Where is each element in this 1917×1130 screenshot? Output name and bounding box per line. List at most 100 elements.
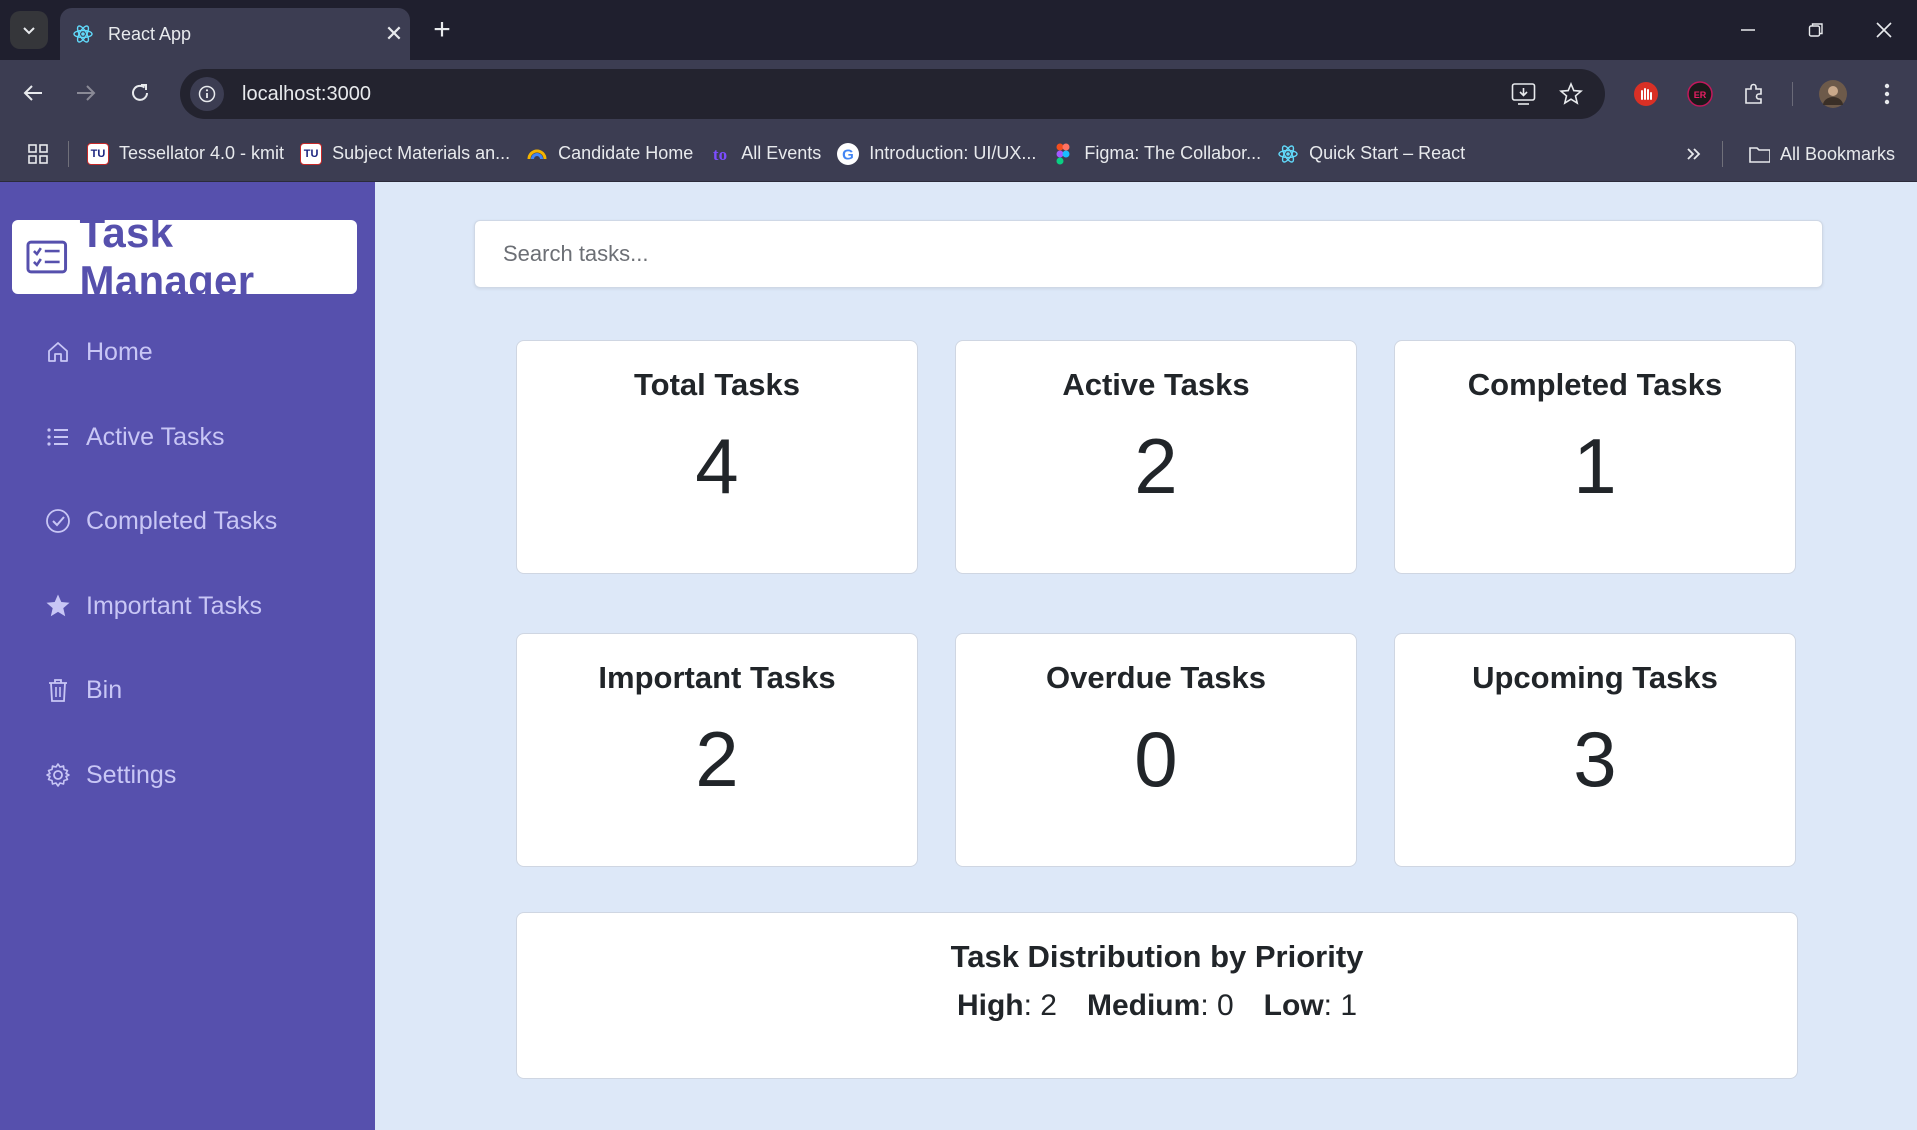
sidebar-item-label: Settings — [86, 760, 177, 789]
stat-title: Completed Tasks — [1467, 367, 1723, 402]
browser-tab-strip: React App ✕ + — [0, 0, 1917, 60]
sidebar-item-completed-tasks[interactable]: Completed Tasks — [44, 497, 344, 545]
restore-icon — [1808, 23, 1823, 37]
bookmark-figma[interactable]: Figma: The Collabor... — [1044, 136, 1269, 172]
bookmarks-divider — [68, 140, 69, 167]
arrow-right-icon — [77, 85, 96, 101]
profile-avatar[interactable] — [1815, 76, 1851, 112]
stat-title: Overdue Tasks — [1046, 660, 1266, 695]
stat-value: 4 — [695, 422, 739, 510]
home-icon — [44, 338, 72, 366]
bookmark-candidate-home[interactable]: Candidate Home — [518, 136, 701, 172]
star-icon — [44, 592, 72, 620]
check-circle-icon — [44, 507, 72, 535]
google-icon: G — [837, 142, 860, 165]
stat-card-upcoming-tasks: Upcoming Tasks 3 — [1394, 633, 1796, 867]
stat-value: 1 — [1573, 422, 1617, 510]
address-bar[interactable]: localhost:3000 — [180, 69, 1605, 119]
apps-grid-icon[interactable] — [18, 134, 58, 174]
app-logo[interactable]: Task Manager — [12, 209, 357, 304]
priority-row: High: 2 Medium: 0 Low: 1 — [517, 989, 1797, 1023]
tab-react-app[interactable]: React App ✕ — [60, 8, 410, 60]
forward-button[interactable] — [66, 73, 106, 113]
priority-medium: Medium: 0 — [1087, 989, 1234, 1023]
stat-title: Active Tasks — [1062, 367, 1250, 402]
bookmark-introduction-uiux[interactable]: G Introduction: UI/UX... — [829, 136, 1044, 172]
bookmark-label: Quick Start – React — [1309, 143, 1466, 163]
stat-card-completed-tasks: Completed Tasks 1 — [1394, 340, 1796, 574]
svg-text:ER: ER — [1694, 90, 1707, 100]
priority-title: Task Distribution by Priority — [950, 939, 1364, 974]
toolbar-divider — [1792, 82, 1793, 106]
bookmark-label: All Events — [741, 143, 822, 163]
sidebar-item-label: Home — [86, 337, 153, 366]
react-icon — [73, 25, 93, 43]
extension-er-icon[interactable]: ER — [1682, 76, 1718, 112]
search-input[interactable] — [474, 220, 1823, 288]
folder-icon — [1748, 143, 1770, 165]
bookmark-label: Figma: The Collabor... — [1084, 143, 1262, 163]
bookmark-tessellator[interactable]: TU Tessellator 4.0 - kmit — [79, 136, 292, 172]
stat-card-overdue-tasks: Overdue Tasks 0 — [955, 633, 1357, 867]
more-bookmarks-chevron-icon[interactable] — [1676, 136, 1712, 172]
restore-button[interactable] — [1782, 0, 1850, 60]
tab-search-button[interactable] — [10, 11, 48, 49]
sidebar-item-label: Active Tasks — [86, 422, 225, 451]
stat-value: 2 — [695, 715, 739, 803]
stat-title: Important Tasks — [598, 660, 836, 695]
chevron-down-icon — [23, 27, 35, 35]
site-info-icon[interactable] — [190, 77, 224, 111]
priority-medium-value: : 0 — [1200, 989, 1234, 1022]
bookmark-label: Candidate Home — [558, 143, 694, 163]
priority-low-value: : 1 — [1323, 989, 1358, 1022]
bookmark-all-events[interactable]: to All Events — [701, 136, 829, 172]
bookmarks-bar: TU Tessellator 4.0 - kmit TU Subject Mat… — [0, 126, 1917, 182]
bookmark-quick-start-react[interactable]: Quick Start – React — [1269, 136, 1473, 172]
priority-low: Low: 1 — [1264, 989, 1357, 1023]
new-tab-button[interactable]: + — [424, 12, 460, 48]
sidebar-item-label: Completed Tasks — [86, 506, 278, 535]
stat-card-important-tasks: Important Tasks 2 — [516, 633, 918, 867]
bookmark-subject-materials[interactable]: TU Subject Materials an... — [292, 136, 518, 172]
menu-kebab-icon[interactable] — [1869, 76, 1905, 112]
sidebar-item-home[interactable]: Home — [44, 328, 344, 376]
sidebar-item-active-tasks[interactable]: Active Tasks — [44, 413, 344, 461]
bookmarks-divider — [1722, 141, 1723, 167]
install-app-icon[interactable] — [1511, 82, 1537, 106]
bookmark-label: Introduction: UI/UX... — [869, 143, 1037, 163]
reload-icon — [132, 84, 148, 101]
task-list-icon — [26, 240, 68, 274]
close-icon — [1876, 22, 1892, 38]
tab-title: React App — [108, 23, 192, 44]
extensions-puzzle-icon[interactable] — [1736, 76, 1772, 112]
stat-value: 2 — [1134, 422, 1178, 510]
close-tab-icon[interactable]: ✕ — [378, 21, 410, 47]
stat-value: 0 — [1134, 715, 1178, 803]
all-bookmarks-label: All Bookmarks — [1780, 143, 1896, 164]
minimize-button[interactable] — [1714, 0, 1782, 60]
all-bookmarks-button[interactable]: All Bookmarks — [1740, 136, 1903, 172]
extension-hand-icon[interactable] — [1628, 76, 1664, 112]
stat-title: Upcoming Tasks — [1472, 660, 1718, 695]
browser-toolbar: localhost:3000 ER — [0, 60, 1917, 126]
star-bookmark-icon[interactable] — [1559, 82, 1583, 106]
gear-icon — [44, 761, 72, 789]
sidebar-item-settings[interactable]: Settings — [44, 751, 344, 799]
app-title: Task Manager — [79, 209, 255, 304]
app-root: Task Manager Home Active Tasks Completed… — [0, 182, 1917, 1130]
sidebar-item-label: Important Tasks — [86, 591, 263, 620]
stat-card-active-tasks: Active Tasks 2 — [955, 340, 1357, 574]
reload-button[interactable] — [120, 73, 160, 113]
bookmark-label: Subject Materials an... — [332, 143, 511, 163]
rainbow-icon — [526, 143, 548, 165]
stat-card-total-tasks: Total Tasks 4 — [516, 340, 918, 574]
tu-logo-icon: TU — [300, 142, 323, 165]
back-button[interactable] — [13, 73, 53, 113]
sidebar-item-important-tasks[interactable]: Important Tasks — [44, 582, 344, 630]
svg-text:to: to — [713, 145, 727, 164]
sidebar-item-bin[interactable]: Bin — [44, 666, 344, 714]
trash-icon — [44, 676, 72, 704]
priority-low-label: Low — [1263, 989, 1324, 1022]
close-window-button[interactable] — [1850, 0, 1917, 60]
figma-icon — [1052, 143, 1074, 165]
